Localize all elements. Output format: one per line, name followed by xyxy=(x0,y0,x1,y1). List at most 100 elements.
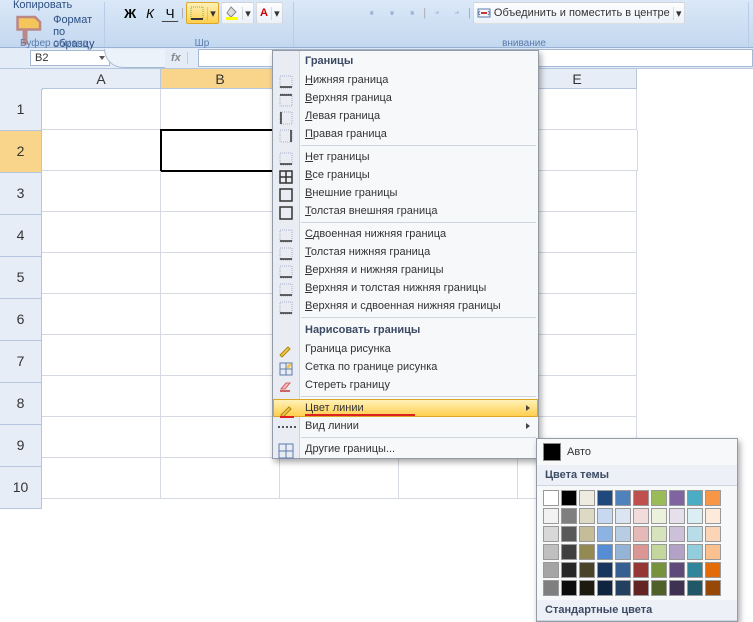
auto-color-item[interactable]: Авто xyxy=(537,439,737,465)
color-swatch[interactable] xyxy=(615,490,631,506)
cell[interactable] xyxy=(42,376,161,417)
row-header[interactable]: 1 xyxy=(0,89,42,131)
more-borders-item[interactable]: Другие границы... xyxy=(273,440,538,458)
color-swatch[interactable] xyxy=(633,544,649,560)
draw-border-option[interactable]: Граница рисунка xyxy=(273,340,538,358)
color-swatch[interactable] xyxy=(543,544,559,560)
row-header[interactable]: 5 xyxy=(0,257,42,299)
cell[interactable] xyxy=(161,417,280,458)
border-option[interactable]: Нижняя граница xyxy=(273,71,538,89)
border-option[interactable]: Толстая нижняя граница xyxy=(273,243,538,261)
color-swatch[interactable] xyxy=(579,508,595,524)
color-swatch[interactable] xyxy=(561,490,577,506)
row-header[interactable]: 7 xyxy=(0,341,42,383)
cell[interactable] xyxy=(399,458,518,499)
line-color-item[interactable]: Цвет линии xyxy=(273,399,538,417)
align-left-button[interactable] xyxy=(363,4,381,22)
cell[interactable] xyxy=(161,89,280,130)
color-swatch[interactable] xyxy=(687,490,703,506)
bold-button[interactable]: Ж xyxy=(121,4,139,22)
color-swatch[interactable] xyxy=(687,508,703,524)
color-swatch[interactable] xyxy=(633,526,649,542)
color-swatch[interactable] xyxy=(705,544,721,560)
color-swatch[interactable] xyxy=(669,544,685,560)
cell[interactable] xyxy=(42,89,161,130)
color-swatch[interactable] xyxy=(597,544,613,560)
color-swatch[interactable] xyxy=(561,580,577,596)
cell[interactable] xyxy=(42,212,161,253)
color-swatch[interactable] xyxy=(615,562,631,578)
border-option[interactable]: Правая граница xyxy=(273,125,538,143)
cell[interactable] xyxy=(280,458,399,499)
name-box[interactable]: B2 xyxy=(30,50,110,66)
underline-button[interactable]: Ч xyxy=(161,4,179,22)
color-swatch[interactable] xyxy=(597,526,613,542)
cell[interactable] xyxy=(42,458,161,499)
border-option[interactable]: Сдвоенная нижняя граница xyxy=(273,225,538,243)
font-color-button[interactable]: A▾ xyxy=(256,2,283,24)
cell[interactable] xyxy=(42,130,161,171)
color-swatch[interactable] xyxy=(579,544,595,560)
color-swatch[interactable] xyxy=(687,526,703,542)
color-swatch[interactable] xyxy=(633,490,649,506)
draw-border-option[interactable]: Сетка по границе рисунка xyxy=(273,358,538,376)
line-style-item[interactable]: Вид линии xyxy=(273,417,538,435)
draw-border-option[interactable]: Стереть границу xyxy=(273,376,538,394)
color-swatch[interactable] xyxy=(651,526,667,542)
border-option[interactable]: Верхняя и нижняя границы xyxy=(273,261,538,279)
color-swatch[interactable] xyxy=(687,562,703,578)
border-option[interactable]: Нет границы xyxy=(273,148,538,166)
border-option[interactable]: Внешние границы xyxy=(273,184,538,202)
color-swatch[interactable] xyxy=(705,562,721,578)
color-swatch[interactable] xyxy=(597,580,613,596)
color-swatch[interactable] xyxy=(615,508,631,524)
italic-button[interactable]: К xyxy=(141,4,159,22)
color-swatch[interactable] xyxy=(615,526,631,542)
col-header[interactable]: B xyxy=(161,69,280,89)
color-swatch[interactable] xyxy=(543,508,559,524)
color-swatch[interactable] xyxy=(687,544,703,560)
color-swatch[interactable] xyxy=(651,544,667,560)
row-header[interactable]: 9 xyxy=(0,425,42,467)
color-swatch[interactable] xyxy=(669,526,685,542)
color-swatch[interactable] xyxy=(633,562,649,578)
cell[interactable] xyxy=(160,129,282,172)
color-swatch[interactable] xyxy=(651,580,667,596)
cell[interactable] xyxy=(42,253,161,294)
color-swatch[interactable] xyxy=(651,508,667,524)
border-option[interactable]: Все границы xyxy=(273,166,538,184)
cell[interactable] xyxy=(161,253,280,294)
color-swatch[interactable] xyxy=(561,508,577,524)
align-right-button[interactable] xyxy=(403,4,421,22)
color-swatch[interactable] xyxy=(687,580,703,596)
chevron-down-icon[interactable] xyxy=(99,56,105,60)
borders-button[interactable]: ▾ xyxy=(186,2,219,24)
row-header[interactable]: 3 xyxy=(0,173,42,215)
color-swatch[interactable] xyxy=(579,580,595,596)
color-swatch[interactable] xyxy=(597,508,613,524)
cell[interactable] xyxy=(42,335,161,376)
color-swatch[interactable] xyxy=(597,562,613,578)
row-header[interactable]: 4 xyxy=(0,215,42,257)
color-swatch[interactable] xyxy=(705,490,721,506)
color-swatch[interactable] xyxy=(651,562,667,578)
color-swatch[interactable] xyxy=(669,580,685,596)
color-swatch[interactable] xyxy=(669,508,685,524)
row-header[interactable]: 6 xyxy=(0,299,42,341)
color-swatch[interactable] xyxy=(561,526,577,542)
col-header[interactable]: A xyxy=(42,69,161,89)
fx-icon[interactable]: fx xyxy=(165,52,188,64)
color-swatch[interactable] xyxy=(615,544,631,560)
cell[interactable] xyxy=(161,294,280,335)
cell[interactable] xyxy=(161,335,280,376)
cell[interactable] xyxy=(161,212,280,253)
border-option[interactable]: Верхняя и сдвоенная нижняя границы xyxy=(273,297,538,315)
border-option[interactable]: Левая граница xyxy=(273,107,538,125)
color-swatch[interactable] xyxy=(669,490,685,506)
copy-button[interactable]: Копировать xyxy=(10,0,72,11)
color-swatch[interactable] xyxy=(597,490,613,506)
color-swatch[interactable] xyxy=(561,562,577,578)
row-header[interactable]: 8 xyxy=(0,383,42,425)
row-header[interactable]: 2 xyxy=(0,131,42,173)
increase-indent-button[interactable] xyxy=(448,4,466,22)
